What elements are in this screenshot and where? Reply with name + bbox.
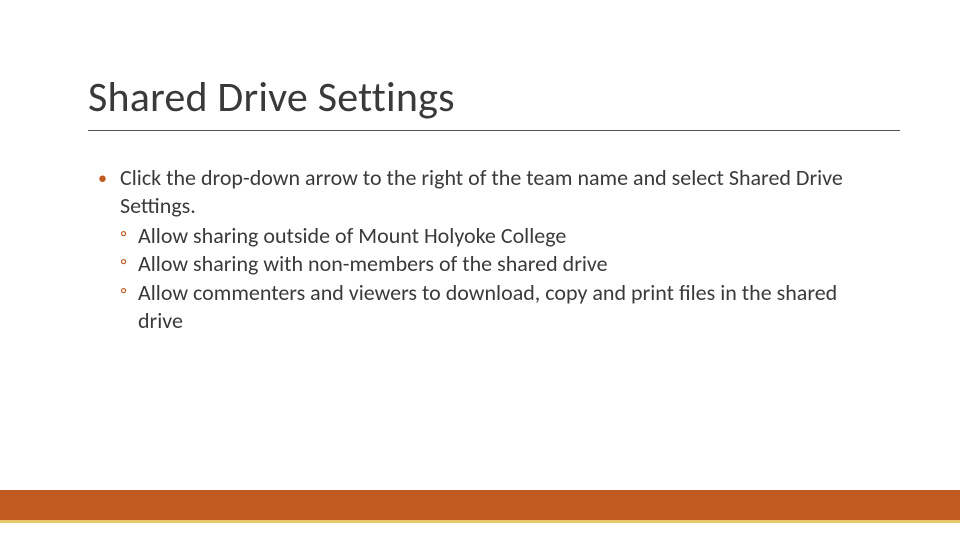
sub-bullet-icon: ◦	[120, 250, 127, 276]
slide-body: • Click the drop-down arrow to the right…	[98, 164, 880, 335]
bullet-text: Click the drop-down arrow to the right o…	[120, 164, 843, 219]
sub-bullet-icon: ◦	[120, 222, 127, 248]
list-item: ◦ Allow sharing with non-members of the …	[120, 250, 880, 278]
sub-bullet-icon: ◦	[120, 279, 127, 305]
sub-bullet-list: ◦ Allow sharing outside of Mount Holyoke…	[120, 222, 880, 335]
list-item: • Click the drop-down arrow to the right…	[98, 164, 880, 335]
footer-bar	[0, 490, 960, 520]
sub-bullet-text: Allow sharing with non-members of the sh…	[138, 250, 608, 277]
list-item: ◦ Allow sharing outside of Mount Holyoke…	[120, 222, 880, 250]
bullet-list: • Click the drop-down arrow to the right…	[98, 164, 880, 335]
sub-bullet-text: Allow commenters and viewers to download…	[138, 279, 837, 334]
footer-accent	[0, 520, 960, 523]
sub-bullet-text: Allow sharing outside of Mount Holyoke C…	[138, 222, 566, 249]
slide-title: Shared Drive Settings	[88, 72, 890, 123]
bullet-icon: •	[98, 166, 107, 191]
slide: Shared Drive Settings • Click the drop-d…	[0, 0, 960, 540]
title-underline	[88, 130, 900, 131]
list-item: ◦ Allow commenters and viewers to downlo…	[120, 279, 880, 335]
